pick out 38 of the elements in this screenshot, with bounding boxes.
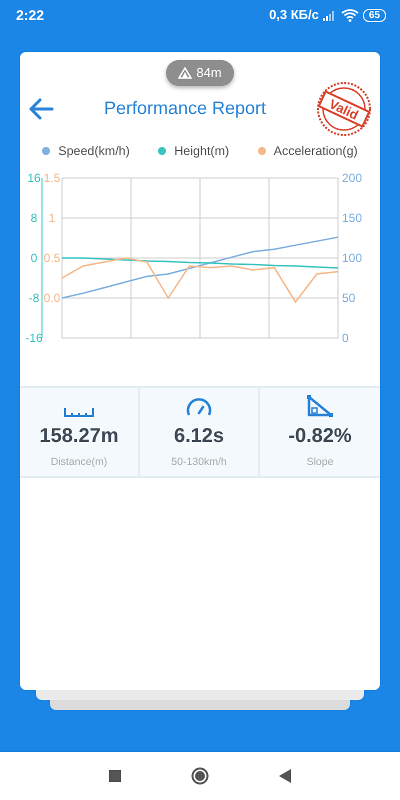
altitude-pill: 84m	[166, 60, 234, 86]
stat-value: 158.27m	[40, 424, 118, 450]
stat-value: 6.12s	[174, 424, 224, 450]
ruler-icon	[64, 407, 94, 418]
stat-value: -0.82%	[288, 424, 352, 450]
page-title: Performance Report	[104, 97, 266, 120]
axis-tick-label: 0.5	[44, 251, 60, 266]
legend-label: Height(m)	[174, 142, 230, 160]
stat-label: 50-130km/h	[171, 455, 227, 470]
axis-tick-label: 0	[30, 251, 38, 266]
home-button[interactable]	[191, 767, 209, 785]
slope-icon	[307, 395, 333, 418]
signal-icon	[322, 10, 337, 20]
axis-tick-label: 200	[342, 171, 362, 186]
axis-tick-label: 0	[342, 331, 349, 346]
valid-stamp: Valid	[316, 80, 372, 136]
network-speed: 0,3 КБ/с	[269, 6, 319, 24]
back-button[interactable]	[279, 769, 291, 783]
axis-tick-label: 1.5	[44, 171, 60, 186]
legend-label: Speed(km/h)	[58, 142, 130, 160]
axis-tick-label: -8	[28, 291, 40, 306]
axis-tick-label: 8	[30, 211, 38, 226]
mountain-icon	[178, 66, 192, 79]
stat-label: Distance(m)	[50, 455, 108, 470]
legend-label: Acceleration(g)	[274, 142, 358, 160]
axis-tick-label: -16	[25, 331, 43, 346]
axis-tick-label: 1	[48, 211, 56, 226]
axis-tick-label: 16	[27, 171, 41, 186]
stat-label: Slope	[306, 455, 334, 470]
wifi-icon	[340, 8, 359, 22]
status-time: 2:22	[16, 6, 44, 24]
axis-tick-label: 100	[342, 251, 362, 266]
speedometer-icon	[186, 397, 212, 418]
back-arrow-icon[interactable]	[28, 98, 54, 120]
battery-indicator: 65	[362, 8, 386, 22]
axis-tick-label: 0.0	[44, 291, 60, 306]
axis-tick-label: 50	[342, 291, 356, 306]
axis-tick-label: 150	[342, 211, 362, 226]
